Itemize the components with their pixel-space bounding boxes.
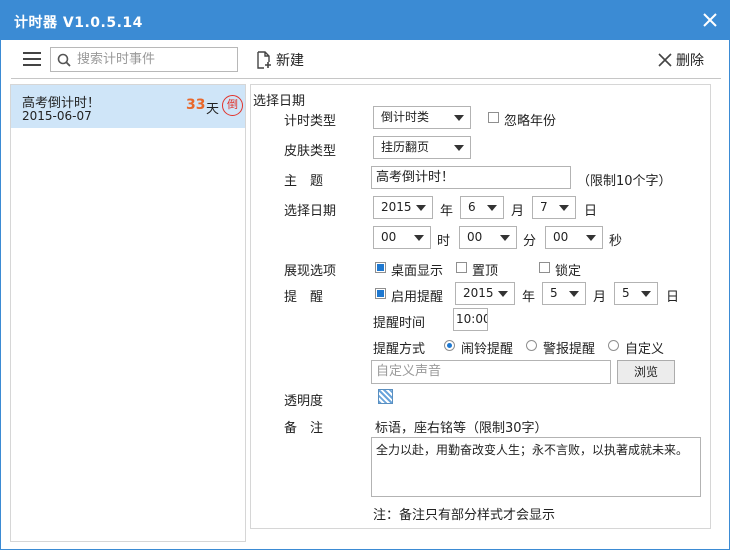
close-icon[interactable] (700, 10, 720, 30)
skin-type-value: 挂历翻页 (381, 140, 430, 154)
hamburger-menu-icon[interactable] (23, 52, 41, 66)
minute-value: 00 (467, 230, 483, 244)
title-bar: 计时器 V1.0.5.14 (0, 0, 730, 40)
ignore-year-label: 忽略年份 (504, 114, 557, 129)
reminder-month-value: 5 (550, 286, 558, 300)
search-input[interactable] (77, 50, 233, 69)
reminder-month-select[interactable]: 5 (542, 282, 586, 305)
reminder-label: 提 醒 (284, 290, 324, 305)
month-value: 6 (468, 200, 476, 214)
minute-select[interactable]: 00 (459, 226, 517, 249)
toolbar: 新建 删除 (1, 40, 729, 78)
event-list: 高考倒计时！ 2015-06-07 33 天 倒 (10, 84, 246, 542)
month-unit: 月 (511, 204, 525, 219)
delete-x-icon (658, 53, 672, 67)
enable-reminder-label: 启用提醒 (391, 290, 444, 305)
enable-reminder-checkbox[interactable] (375, 288, 386, 299)
desktop-display-checkbox[interactable] (375, 262, 386, 273)
opacity-label: 透明度 (284, 394, 324, 409)
delete-button[interactable]: 删除 (658, 50, 704, 70)
year-value: 2015 (381, 200, 412, 214)
note-label: 备 注 (284, 421, 324, 436)
skin-type-label: 皮肤类型 (284, 144, 337, 159)
skin-type-select[interactable]: 挂历翻页 (373, 136, 471, 159)
new-file-icon (257, 51, 271, 69)
second-unit: 秒 (609, 234, 623, 249)
search-box[interactable] (50, 47, 238, 72)
timer-type-value: 倒计时类 (381, 110, 430, 124)
window-title: 计时器 V1.0.5.14 (14, 15, 143, 31)
event-editor: 选择日期 计时类型 倒计时类 忽略年份 皮肤类型 挂历翻页 主 题 高考倒计时！… (250, 84, 711, 529)
delete-button-label: 删除 (676, 53, 704, 69)
day-value: 7 (540, 200, 548, 214)
new-button-label: 新建 (276, 53, 304, 69)
day-unit: 日 (584, 204, 598, 219)
note-hint: 标语，座右铭等（限制30字） (375, 421, 548, 436)
lock-checkbox[interactable] (539, 262, 550, 273)
reminder-year-select[interactable]: 2015 (455, 282, 515, 305)
event-days-count: 33 (186, 97, 206, 113)
reminder-day-unit: 日 (666, 290, 680, 305)
alarm-radio-label: 闹铃提醒 (461, 342, 514, 357)
second-value: 00 (553, 230, 569, 244)
second-select[interactable]: 00 (545, 226, 603, 249)
reminder-year-value: 2015 (463, 286, 494, 300)
ignore-year-checkbox[interactable] (488, 112, 499, 123)
subject-input[interactable]: 高考倒计时！ (371, 166, 571, 189)
new-button[interactable]: 新建 (256, 50, 304, 70)
app-window: 计时器 V1.0.5.14 新建 删除 高考倒计时！ (0, 0, 730, 550)
reminder-day-select[interactable]: 5 (614, 282, 658, 305)
reminder-time-input[interactable]: 10:00 (453, 308, 488, 331)
minute-unit: 分 (523, 234, 537, 249)
pin-top-label: 置顶 (472, 264, 499, 279)
year-unit: 年 (440, 204, 454, 219)
browse-button[interactable]: 浏览 (617, 360, 675, 384)
date-label: 选择日期 (284, 204, 337, 219)
hour-value: 00 (381, 230, 397, 244)
hour-select[interactable]: 00 (373, 226, 431, 249)
custom-radio[interactable] (608, 340, 619, 351)
desktop-display-label: 桌面显示 (391, 264, 444, 279)
month-select[interactable]: 6 (460, 196, 504, 219)
section-title: 选择日期 (253, 94, 306, 109)
reminder-year-unit: 年 (522, 290, 536, 305)
reminder-time-label: 提醒时间 (373, 316, 426, 331)
timer-type-label: 计时类型 (284, 114, 337, 129)
alert-radio[interactable] (526, 340, 537, 351)
event-date: 2015-06-07 (22, 109, 92, 123)
note-footer: 注：备注只有部分样式才会显示 (373, 508, 556, 523)
opacity-picker-icon[interactable] (378, 389, 393, 404)
search-icon (57, 53, 71, 67)
custom-sound-input[interactable]: 自定义声音 (371, 360, 611, 384)
day-select[interactable]: 7 (532, 196, 576, 219)
subject-label: 主 题 (284, 174, 324, 189)
year-select[interactable]: 2015 (373, 196, 433, 219)
display-options-label: 展现选项 (284, 264, 337, 279)
reminder-method-label: 提醒方式 (373, 342, 426, 357)
pin-top-checkbox[interactable] (456, 262, 467, 273)
alert-radio-label: 警报提醒 (543, 342, 596, 357)
countdown-stamp-icon: 倒 (222, 95, 243, 116)
lock-label: 锁定 (555, 264, 582, 279)
note-textarea[interactable]: 全力以赴，用勤奋改变人生；永不言败，以执著成就未来。 (371, 437, 701, 497)
alarm-radio[interactable] (444, 340, 455, 351)
custom-radio-label: 自定义 (625, 342, 665, 357)
toolbar-divider (11, 78, 721, 79)
event-list-item[interactable]: 高考倒计时！ 2015-06-07 33 天 倒 (11, 85, 245, 128)
subject-hint: （限制10个字） (577, 174, 672, 189)
main-content: 新建 删除 高考倒计时！ 2015-06-07 33 天 倒 选择日期 计时类型 (1, 40, 729, 549)
reminder-day-value: 5 (622, 286, 630, 300)
timer-type-select[interactable]: 倒计时类 (373, 106, 471, 129)
event-days-unit: 天 (206, 102, 220, 117)
hour-unit: 时 (437, 234, 451, 249)
reminder-month-unit: 月 (593, 290, 607, 305)
